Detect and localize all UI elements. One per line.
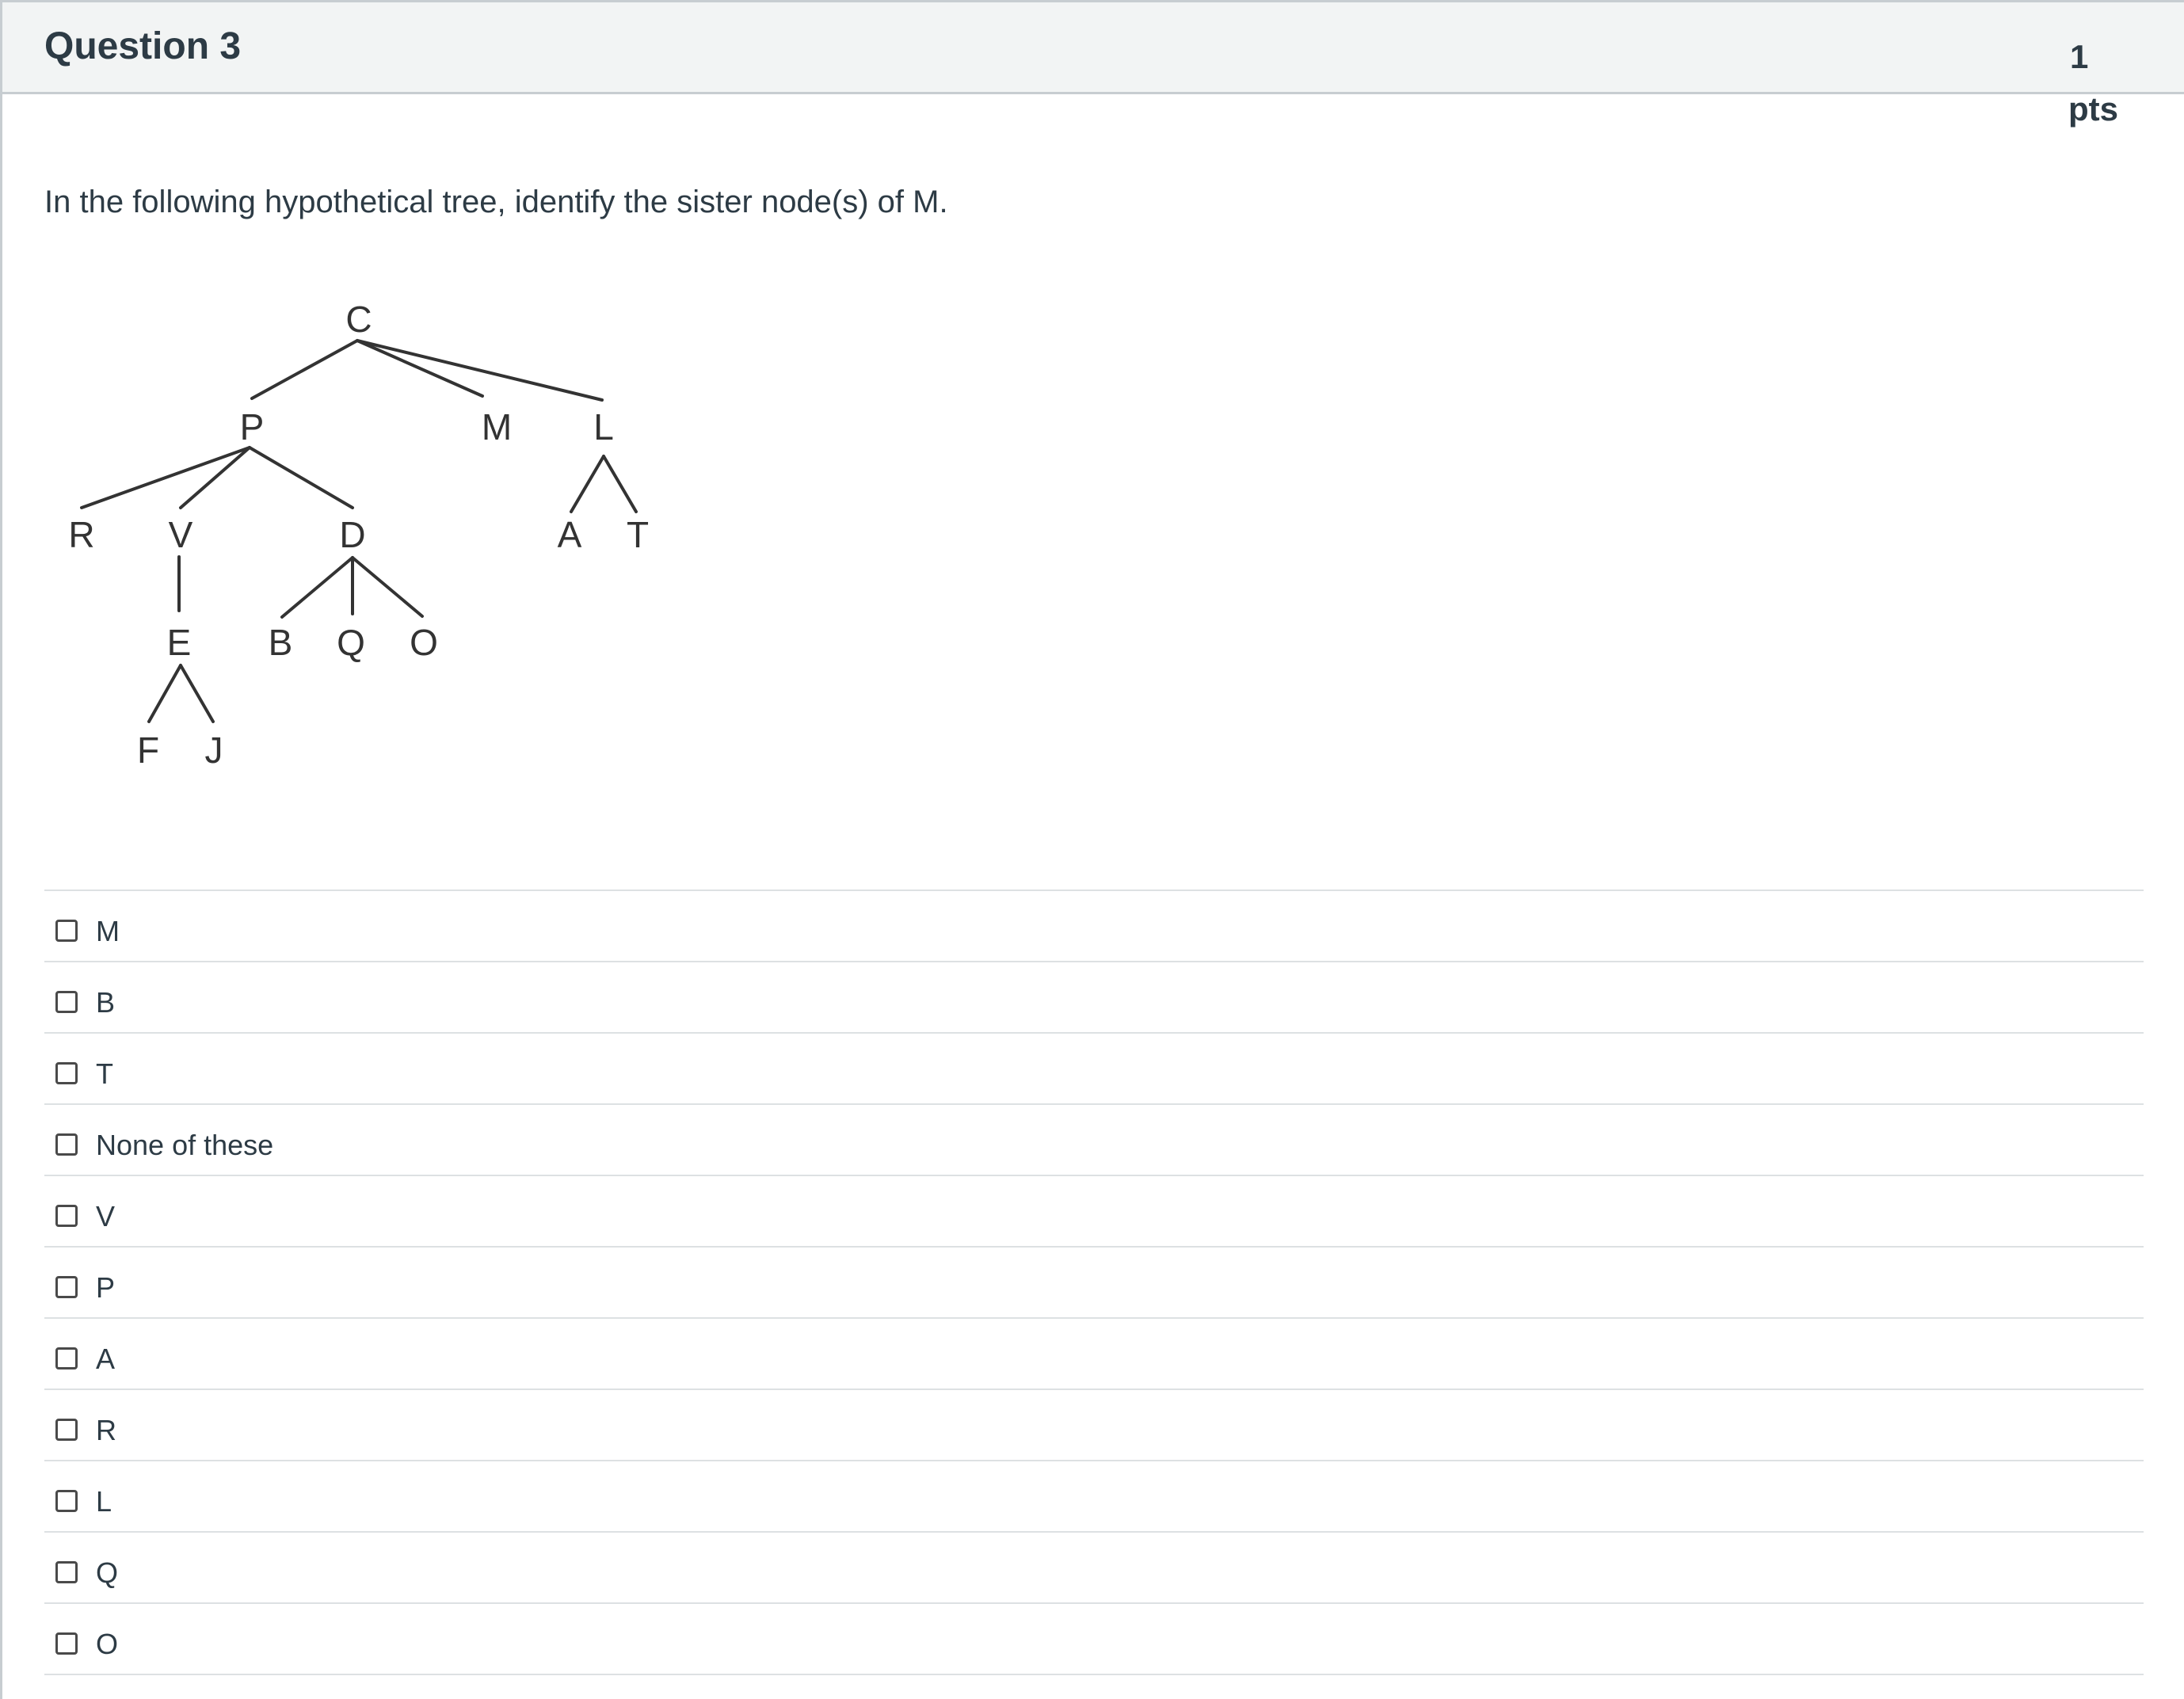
edge-p-d <box>248 446 354 509</box>
answer-option[interactable]: Q <box>44 1533 2144 1604</box>
answer-label[interactable]: Q <box>96 1556 118 1590</box>
tree-node-j: J <box>205 730 223 771</box>
edge-c-m <box>356 339 484 398</box>
edge-e-j <box>179 664 215 723</box>
tree-node-e: E <box>167 622 192 663</box>
answer-checkbox[interactable] <box>55 1276 78 1298</box>
answer-checkbox[interactable] <box>55 920 78 942</box>
answer-option[interactable]: O <box>44 1604 2144 1675</box>
answer-option[interactable]: P <box>44 1248 2144 1319</box>
tree-node-q: Q <box>337 622 365 663</box>
answer-checkbox[interactable] <box>55 1490 78 1512</box>
tree-node-p: P <box>240 406 265 448</box>
tree-node-a: A <box>558 514 582 555</box>
tree-node-v: V <box>169 514 193 555</box>
points-unit: pts <box>2068 90 2118 128</box>
points-value: 1 <box>2070 38 2089 75</box>
edge-p-r <box>80 446 251 509</box>
question-text: In the following hypothetical tree, iden… <box>44 185 948 219</box>
answer-checkbox[interactable] <box>55 1133 78 1156</box>
edge-p-v <box>179 446 251 509</box>
question-header: Question 3 1 pts <box>2 2 2184 128</box>
tree-node-t: T <box>627 514 649 555</box>
edge-c-p <box>250 339 359 400</box>
edge-d-b <box>280 556 354 619</box>
answer-label[interactable]: R <box>96 1414 116 1447</box>
answer-checkbox[interactable] <box>55 1419 78 1441</box>
answer-label[interactable]: P <box>96 1271 115 1305</box>
answer-label[interactable]: O <box>96 1628 118 1661</box>
question-card: Question 3 1 pts In the following hypoth… <box>0 0 2184 1699</box>
answer-checkbox[interactable] <box>55 1062 78 1084</box>
answer-label[interactable]: B <box>96 986 115 1019</box>
tree-node-m: M <box>482 406 512 448</box>
answer-option[interactable]: L <box>44 1461 2144 1533</box>
question-points: 1 pts <box>2068 31 2163 135</box>
edge-l-t <box>602 455 638 513</box>
edge-e-f <box>147 664 182 723</box>
answer-label[interactable]: M <box>96 915 120 948</box>
edge-c-l <box>356 339 604 402</box>
answer-option[interactable]: B <box>44 962 2144 1034</box>
answer-label[interactable]: None of these <box>96 1129 273 1162</box>
answer-list: M B T None of these V P A R L Q O <box>44 889 2144 1675</box>
answer-option[interactable]: T <box>44 1034 2144 1105</box>
question-title: Question 3 <box>44 25 242 67</box>
answer-checkbox[interactable] <box>55 991 78 1013</box>
answer-checkbox[interactable] <box>55 1561 78 1583</box>
answer-option[interactable]: A <box>44 1319 2144 1390</box>
answer-label[interactable]: T <box>96 1057 113 1091</box>
answer-label[interactable]: L <box>96 1485 112 1518</box>
answer-option[interactable]: V <box>44 1176 2144 1248</box>
syntax-tree-diagram: C P M L R V D A T E B Q O F J <box>68 299 649 771</box>
answer-option[interactable]: R <box>44 1390 2144 1461</box>
answer-checkbox[interactable] <box>55 1632 78 1655</box>
edge-l-a <box>570 455 605 513</box>
tree-node-b: B <box>269 622 293 663</box>
answer-checkbox[interactable] <box>55 1347 78 1369</box>
tree-node-c: C <box>345 299 372 340</box>
answer-label[interactable]: A <box>96 1343 115 1376</box>
tree-node-l: L <box>593 406 614 448</box>
answer-option[interactable]: None of these <box>44 1105 2144 1176</box>
tree-node-r: R <box>68 514 94 555</box>
answer-label[interactable]: V <box>96 1200 115 1233</box>
answer-checkbox[interactable] <box>55 1205 78 1227</box>
edge-d-o <box>351 556 424 618</box>
tree-node-o: O <box>410 622 438 663</box>
tree-node-d: D <box>339 514 365 555</box>
tree-node-f: F <box>137 730 159 771</box>
answer-option[interactable]: M <box>44 891 2144 962</box>
